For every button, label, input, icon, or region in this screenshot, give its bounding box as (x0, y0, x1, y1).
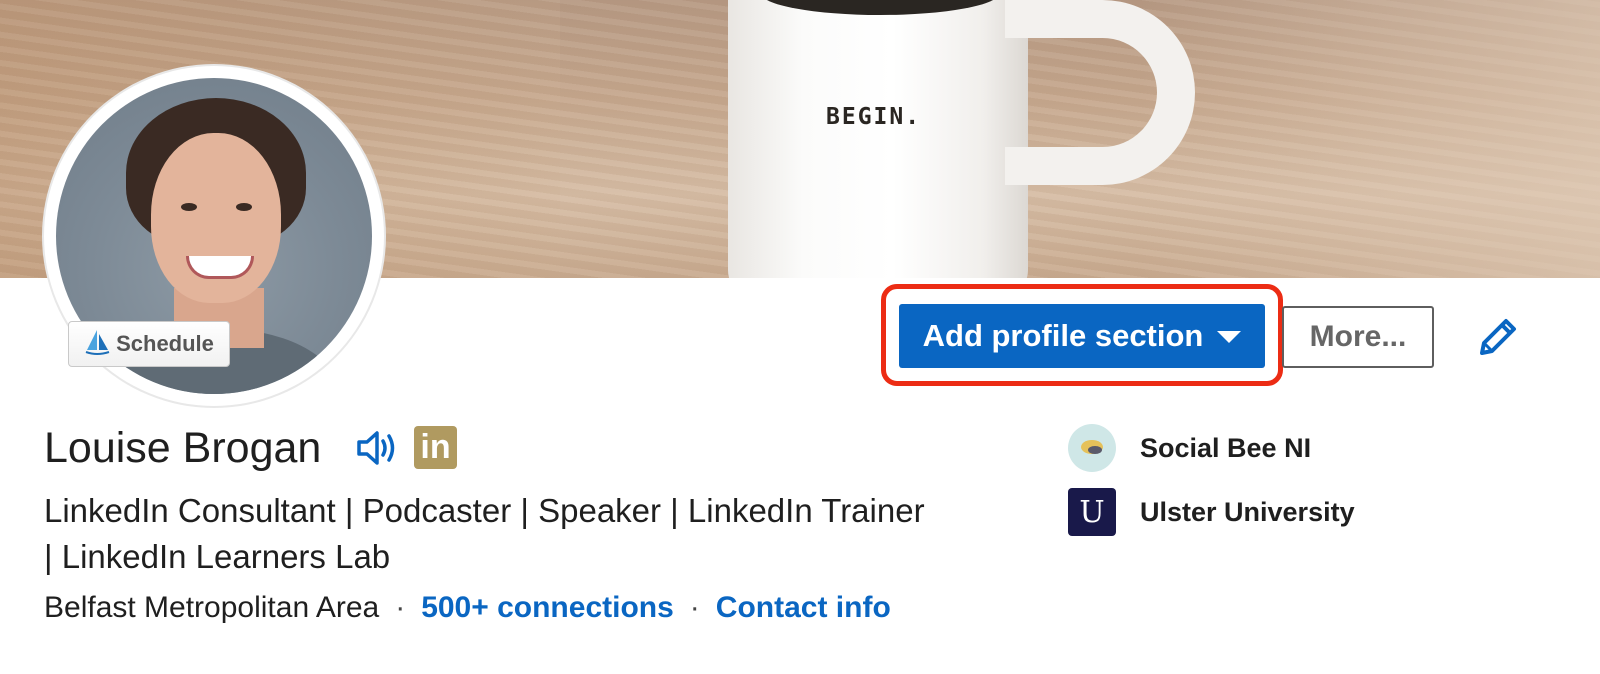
separator-dot: · (395, 591, 406, 624)
photo-eye (181, 203, 197, 211)
org-item-ulster-university[interactable]: U Ulster University (1068, 488, 1355, 536)
location: Belfast Metropolitan Area (44, 591, 380, 624)
profile-meta: Belfast Metropolitan Area · 500+ connect… (44, 591, 891, 625)
caret-down-icon (1217, 331, 1242, 343)
separator-dot: · (689, 591, 700, 624)
linkedin-premium-badge-icon: in (414, 426, 457, 469)
banner-mug (728, 0, 1028, 278)
org-item-social-bee[interactable]: Social Bee NI (1068, 424, 1311, 472)
add-profile-section-label: Add profile section (922, 318, 1204, 353)
bee-logo-icon (1068, 424, 1116, 472)
profile-headline: LinkedIn Consultant | Podcaster | Speake… (44, 488, 1024, 580)
org-name: Social Bee NI (1140, 432, 1312, 463)
banner-shade-right (1140, 0, 1600, 278)
more-label: More... (1309, 320, 1407, 353)
sail-icon (84, 328, 110, 361)
more-button[interactable]: More... (1282, 306, 1434, 368)
profile-name: Louise Brogan (44, 424, 322, 472)
banner-mug-text: BEGIN. (826, 104, 922, 130)
schedule-label: Schedule (116, 331, 214, 356)
headline-line: LinkedIn Consultant | Podcaster | Speake… (44, 492, 925, 529)
ulster-university-logo-icon: U (1068, 488, 1116, 536)
add-profile-section-button[interactable]: Add profile section (899, 304, 1265, 368)
photo-eye (236, 203, 252, 211)
contact-info-link[interactable]: Contact info (716, 591, 891, 625)
connections-link[interactable]: 500+ connections (421, 591, 674, 625)
bee-body (1088, 446, 1102, 454)
speaker-pronunciation-icon[interactable] (355, 428, 401, 468)
banner-mug-handle (1005, 0, 1195, 185)
schedule-button[interactable]: Schedule (68, 321, 230, 367)
org-name: Ulster University (1140, 496, 1355, 527)
headline-line: | LinkedIn Learners Lab (44, 538, 391, 575)
pencil-edit-icon[interactable] (1474, 313, 1522, 361)
